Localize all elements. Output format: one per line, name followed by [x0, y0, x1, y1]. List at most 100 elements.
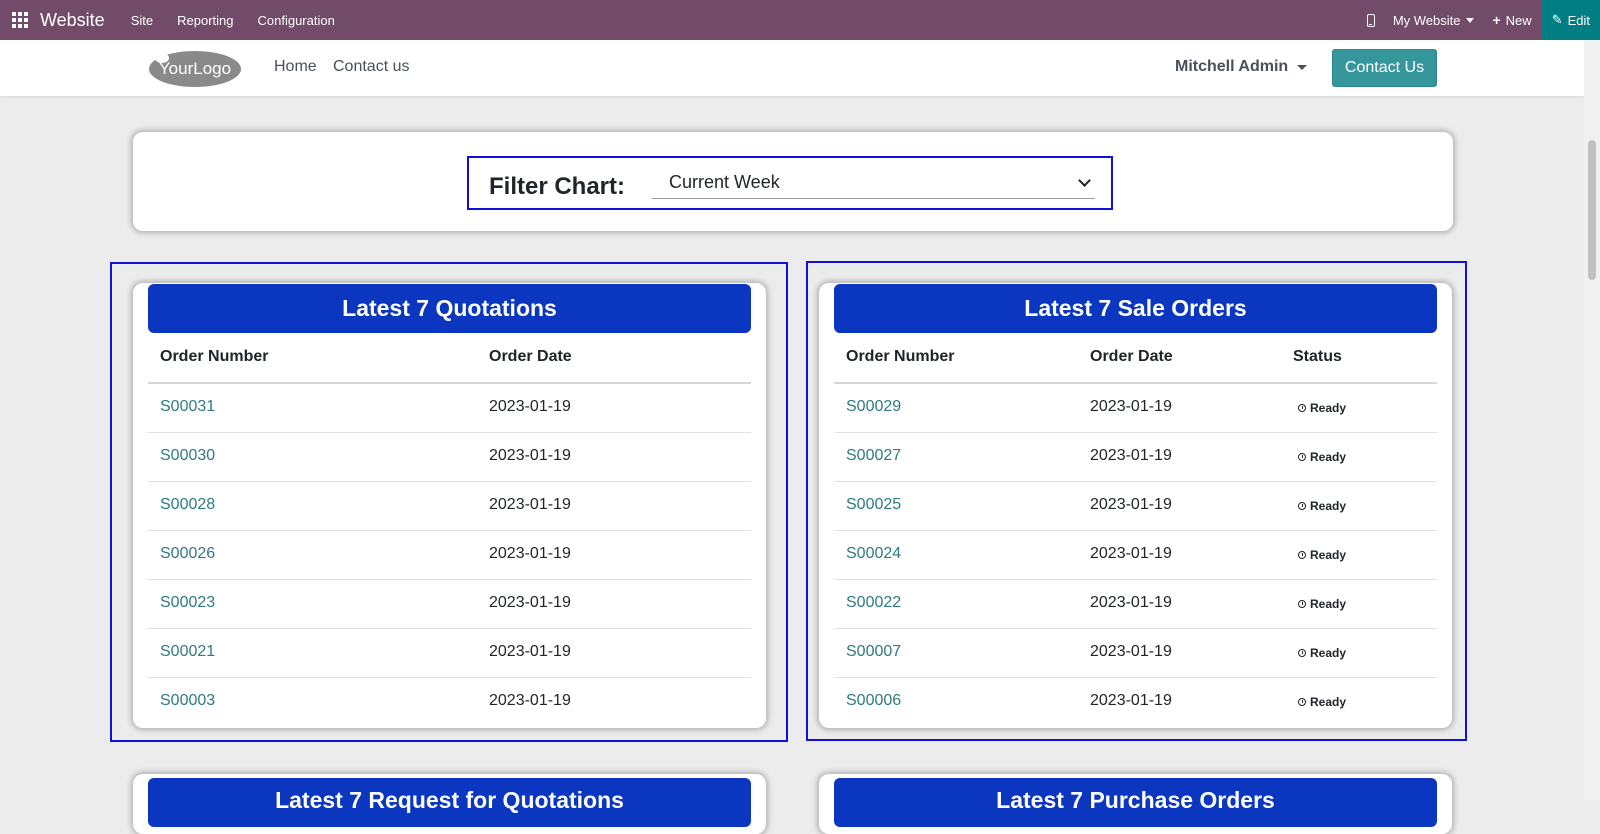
- status-badge: Ready: [1298, 597, 1346, 611]
- edit-label: Edit: [1567, 12, 1590, 28]
- clock-icon: [1298, 404, 1306, 412]
- mobile-preview-icon[interactable]: [1366, 13, 1375, 27]
- quotation-order-link[interactable]: S00026: [160, 545, 215, 563]
- sale-order-date: 2023-01-19: [1090, 545, 1172, 562]
- filter-label: Filter Chart:: [489, 173, 626, 200]
- quotation-order-link[interactable]: S00028: [160, 496, 215, 514]
- my-website-dropdown[interactable]: My Website: [1393, 13, 1475, 28]
- sale-orders-col-date: Order Date: [1090, 348, 1173, 365]
- row-divider: [148, 432, 751, 433]
- sale-orders-col-number: Order Number: [846, 348, 955, 365]
- sale-order-date: 2023-01-19: [1090, 692, 1172, 709]
- status-text: Ready: [1310, 548, 1347, 562]
- sale-order-link[interactable]: S00025: [846, 496, 901, 514]
- divider: [834, 382, 1437, 384]
- sale-order-link[interactable]: S00007: [846, 643, 901, 661]
- quotation-order-date: 2023-01-19: [489, 545, 571, 562]
- user-name: Mitchell Admin: [1175, 58, 1289, 75]
- caret-down-icon: [1297, 64, 1308, 70]
- quotation-order-link[interactable]: S00031: [160, 398, 215, 416]
- row-divider: [148, 628, 751, 629]
- quotation-order-date: 2023-01-19: [489, 447, 571, 464]
- quotation-order-date: 2023-01-19: [489, 594, 571, 611]
- top-navbar: Website Site Reporting Configuration My …: [0, 0, 1600, 40]
- quotation-order-link[interactable]: S00030: [160, 447, 215, 465]
- status-badge: Ready: [1298, 450, 1346, 464]
- quotation-order-date: 2023-01-19: [489, 398, 571, 415]
- sale-order-link[interactable]: S00024: [846, 545, 901, 563]
- quotation-order-date: 2023-01-19: [489, 643, 571, 660]
- new-label: New: [1505, 12, 1532, 28]
- quotations-col-number: Order Number: [160, 348, 269, 365]
- clock-icon: [1298, 551, 1306, 559]
- sale-order-date: 2023-01-19: [1090, 643, 1172, 660]
- my-website-label: My Website: [1392, 12, 1461, 28]
- sale-orders-title: Latest 7 Sale Orders: [834, 284, 1437, 333]
- contact-us-button[interactable]: Contact Us: [1332, 49, 1437, 87]
- status-badge: Ready: [1298, 548, 1346, 562]
- sale-order-link[interactable]: S00027: [846, 447, 901, 465]
- sale-order-link[interactable]: S00029: [846, 398, 901, 416]
- clock-icon: [1298, 600, 1306, 608]
- row-divider: [834, 530, 1437, 531]
- status-text: Ready: [1310, 695, 1347, 709]
- row-divider: [834, 677, 1437, 678]
- app-brand[interactable]: Website: [40, 10, 105, 31]
- filter-selected-value: Current Week: [669, 172, 780, 192]
- status-text: Ready: [1310, 450, 1347, 464]
- quotations-col-date: Order Date: [489, 348, 572, 365]
- menu-site[interactable]: Site: [131, 13, 153, 28]
- status-badge: Ready: [1298, 646, 1346, 660]
- status-badge: Ready: [1298, 695, 1346, 709]
- status-text: Ready: [1310, 646, 1347, 660]
- quotation-order-date: 2023-01-19: [489, 692, 571, 709]
- page-scrollbar[interactable]: [1584, 40, 1600, 800]
- status-badge: Ready: [1298, 499, 1346, 513]
- row-divider: [834, 579, 1437, 580]
- sale-order-date: 2023-01-19: [1090, 447, 1172, 464]
- scrollbar-thumb[interactable]: [1588, 140, 1596, 280]
- new-button[interactable]: + New: [1492, 12, 1531, 28]
- plus-icon: +: [1492, 12, 1501, 28]
- clock-icon: [1298, 453, 1306, 461]
- apps-grid-icon[interactable]: [0, 0, 40, 40]
- site-logo[interactable]: YourLogo: [148, 48, 242, 88]
- purchase-orders-title: Latest 7 Purchase Orders: [834, 778, 1437, 827]
- nav-home[interactable]: Home: [274, 58, 317, 76]
- user-menu[interactable]: Mitchell Admin: [1175, 58, 1308, 76]
- clock-icon: [1298, 698, 1306, 706]
- menu-reporting[interactable]: Reporting: [177, 13, 233, 28]
- quotations-title: Latest 7 Quotations: [148, 284, 751, 333]
- chevron-down-icon: [1078, 174, 1091, 187]
- clock-icon: [1298, 502, 1306, 510]
- row-divider: [148, 579, 751, 580]
- filter-select[interactable]: Current Week: [652, 167, 1095, 199]
- sale-order-date: 2023-01-19: [1090, 398, 1172, 415]
- quotation-order-link[interactable]: S00021: [160, 643, 215, 661]
- caret-down-icon: [1466, 17, 1475, 23]
- divider: [148, 382, 751, 384]
- edit-button[interactable]: ✎ Edit: [1541, 0, 1600, 40]
- row-divider: [148, 530, 751, 531]
- row-divider: [834, 481, 1437, 482]
- website-header: YourLogo Home Contact us Mitchell Admin …: [0, 40, 1584, 96]
- quotation-order-date: 2023-01-19: [489, 496, 571, 513]
- rfq-title: Latest 7 Request for Quotations: [148, 778, 751, 827]
- quotation-order-link[interactable]: S00023: [160, 594, 215, 612]
- status-text: Ready: [1310, 401, 1347, 415]
- nav-contact-us[interactable]: Contact us: [333, 58, 409, 76]
- clock-icon: [1298, 649, 1306, 657]
- sale-order-date: 2023-01-19: [1090, 594, 1172, 611]
- pencil-icon: ✎: [1551, 12, 1563, 27]
- sale-order-link[interactable]: S00006: [846, 692, 901, 710]
- quotation-order-link[interactable]: S00003: [160, 692, 215, 710]
- status-text: Ready: [1310, 597, 1347, 611]
- row-divider: [834, 628, 1437, 629]
- sale-order-link[interactable]: S00022: [846, 594, 901, 612]
- row-divider: [834, 432, 1437, 433]
- sale-order-date: 2023-01-19: [1090, 496, 1172, 513]
- status-text: Ready: [1310, 499, 1347, 513]
- menu-configuration[interactable]: Configuration: [257, 13, 334, 28]
- status-badge: Ready: [1298, 401, 1346, 415]
- row-divider: [148, 481, 751, 482]
